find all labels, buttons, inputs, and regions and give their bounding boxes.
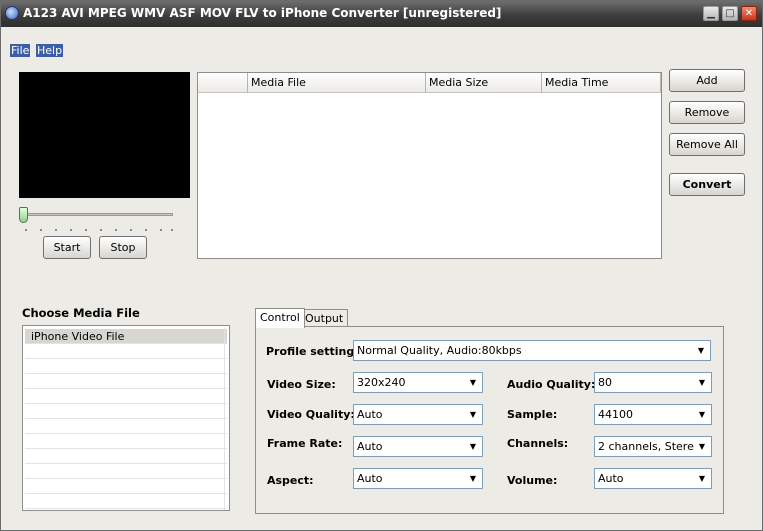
profile-setting-label: Profile setting: — [266, 345, 359, 358]
chevron-down-icon[interactable]: ▼ — [465, 374, 481, 391]
title-bar[interactable]: A123 AVI MPEG WMV ASF MOV FLV to iPhone … — [1, 1, 762, 27]
list-item[interactable] — [25, 404, 227, 419]
list-divider — [224, 328, 225, 510]
tab-output[interactable]: Output — [300, 309, 349, 327]
slider-tick — [145, 229, 147, 231]
list-item[interactable] — [25, 389, 227, 404]
slider-tick — [160, 229, 162, 231]
slider-tick — [130, 229, 132, 231]
channels-label: Channels: — [507, 437, 569, 450]
app-window: A123 AVI MPEG WMV ASF MOV FLV to iPhone … — [0, 0, 763, 531]
slider-tick — [25, 229, 27, 231]
chevron-down-icon[interactable]: ▼ — [694, 406, 710, 423]
list-item[interactable] — [25, 434, 227, 449]
remove-button[interactable]: Remove — [669, 101, 745, 124]
frame-rate-select[interactable]: Auto ▼ — [353, 436, 483, 457]
aspect-label: Aspect: — [267, 474, 314, 487]
channels-select[interactable]: 2 channels, Stere ▼ — [594, 436, 712, 457]
frame-rate-value: Auto — [357, 440, 383, 453]
app-icon — [5, 6, 19, 20]
video-size-label: Video Size: — [267, 378, 336, 391]
aspect-value: Auto — [357, 472, 383, 485]
maximize-button[interactable]: □ — [722, 6, 738, 21]
volume-select[interactable]: Auto ▼ — [594, 468, 712, 489]
volume-label: Volume: — [507, 474, 558, 487]
audio-quality-value: 80 — [598, 376, 612, 389]
list-item[interactable]: iPhone Video File — [25, 329, 227, 344]
list-item[interactable] — [25, 419, 227, 434]
seek-slider-track[interactable] — [23, 213, 173, 216]
channels-value: 2 channels, Stere — [598, 440, 694, 453]
list-item[interactable] — [25, 494, 227, 509]
column-header-media-size[interactable]: Media Size — [426, 73, 542, 93]
slider-tick — [171, 229, 173, 231]
audio-quality-select[interactable]: 80 ▼ — [594, 372, 712, 393]
audio-quality-label: Audio Quality: — [507, 378, 596, 391]
chevron-down-icon[interactable]: ▼ — [465, 470, 481, 487]
slider-tick — [40, 229, 42, 231]
chevron-down-icon[interactable]: ▼ — [694, 470, 710, 487]
slider-tick — [55, 229, 57, 231]
convert-button[interactable]: Convert — [669, 173, 745, 196]
frame-rate-label: Frame Rate: — [267, 437, 343, 450]
stop-button[interactable]: Stop — [99, 236, 147, 259]
chevron-down-icon[interactable]: ▼ — [465, 438, 481, 455]
choose-media-list[interactable]: iPhone Video File — [22, 325, 230, 511]
list-item[interactable] — [25, 359, 227, 374]
sample-label: Sample: — [507, 408, 558, 421]
menu-help[interactable]: Help — [36, 44, 64, 57]
list-item[interactable] — [25, 479, 227, 494]
chevron-down-icon[interactable]: ▼ — [694, 438, 710, 455]
remove-all-button[interactable]: Remove All — [669, 133, 745, 156]
tab-control[interactable]: Control — [255, 308, 305, 328]
control-panel: Profile setting: Normal Quality, Audio:8… — [255, 326, 724, 514]
menu-file[interactable]: File — [10, 44, 31, 57]
slider-tick — [100, 229, 102, 231]
media-list-header: Media File Media Size Media Time — [198, 73, 661, 93]
column-header-media-file[interactable]: Media File — [248, 73, 426, 93]
video-size-select[interactable]: 320x240 ▼ — [353, 372, 483, 393]
close-button[interactable]: ✕ — [741, 6, 757, 21]
video-size-value: 320x240 — [357, 376, 406, 389]
profile-setting-value: Normal Quality, Audio:80kbps — [357, 344, 522, 357]
list-item[interactable] — [25, 344, 227, 359]
sample-select[interactable]: 44100 ▼ — [594, 404, 712, 425]
column-header-blank[interactable] — [198, 73, 248, 93]
slider-tick — [115, 229, 117, 231]
chevron-down-icon[interactable]: ▼ — [693, 342, 709, 359]
list-item[interactable] — [25, 464, 227, 479]
video-preview — [19, 72, 190, 198]
list-item[interactable] — [25, 449, 227, 464]
add-button[interactable]: Add — [669, 69, 745, 92]
window-title: A123 AVI MPEG WMV ASF MOV FLV to iPhone … — [23, 6, 502, 20]
seek-slider-thumb[interactable] — [19, 207, 28, 223]
minimize-button[interactable]: ▁ — [703, 6, 719, 21]
media-list[interactable]: Media File Media Size Media Time — [197, 72, 662, 259]
sample-value: 44100 — [598, 408, 633, 421]
chevron-down-icon[interactable]: ▼ — [465, 406, 481, 423]
aspect-select[interactable]: Auto ▼ — [353, 468, 483, 489]
column-header-media-time[interactable]: Media Time — [542, 73, 661, 93]
choose-media-title: Choose Media File — [22, 306, 140, 320]
video-quality-value: Auto — [357, 408, 383, 421]
video-quality-label: Video Quality: — [267, 408, 355, 421]
menu-bar: File Help — [1, 41, 762, 59]
slider-tick — [85, 229, 87, 231]
video-quality-select[interactable]: Auto ▼ — [353, 404, 483, 425]
list-item[interactable] — [25, 374, 227, 389]
volume-value: Auto — [598, 472, 624, 485]
chevron-down-icon[interactable]: ▼ — [694, 374, 710, 391]
start-button[interactable]: Start — [43, 236, 91, 259]
slider-tick — [70, 229, 72, 231]
list-item-label: iPhone Video File — [31, 330, 125, 343]
profile-setting-select[interactable]: Normal Quality, Audio:80kbps ▼ — [353, 340, 711, 361]
